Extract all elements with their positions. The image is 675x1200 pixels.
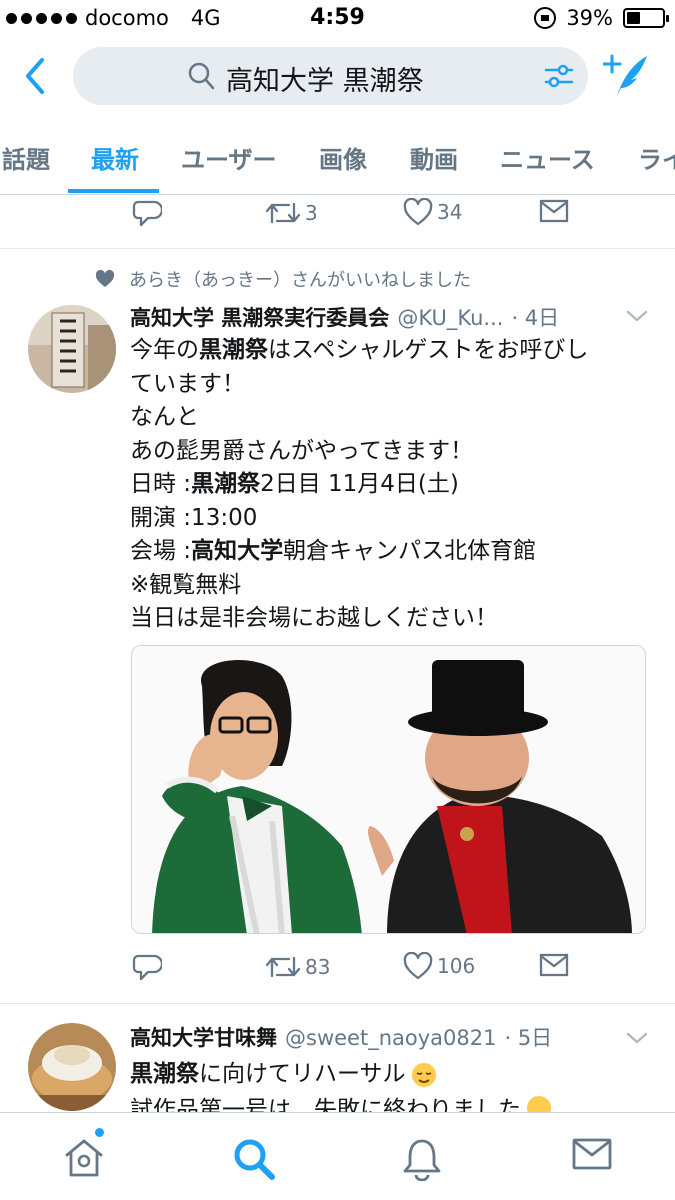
tweet-actions: 3 34: [130, 198, 570, 238]
tweet-text-segment: 当日は是非会場にお越しください！: [130, 605, 498, 631]
like-count: 34: [437, 200, 463, 224]
reply-button[interactable]: [132, 198, 162, 228]
new-content-indicator: [95, 1128, 104, 1137]
avatar[interactable]: [28, 1023, 116, 1111]
tab-users[interactable]: ユーザー: [181, 140, 277, 175]
tweet-text-segment: 日時 :: [130, 471, 192, 497]
divider: [0, 248, 675, 249]
search-icon: [188, 62, 215, 90]
search-input[interactable]: 高知大学 黒潮祭: [73, 47, 588, 105]
tweet-text-segment: に向けてリハーサル: [199, 1061, 406, 1087]
filter-sliders-icon[interactable]: [544, 63, 574, 89]
explore-search-icon[interactable]: [232, 1137, 276, 1181]
tweet-text-line: 試作品第一号は、失敗に終わりました: [130, 1097, 521, 1112]
envelope-icon: [539, 953, 569, 977]
display-name[interactable]: 高知大学甘味舞: [130, 1022, 277, 1052]
retweet-count: 83: [305, 955, 331, 979]
social-context: あらき（あっきー）さんがいいねしました: [95, 266, 471, 292]
tweet-text-segment: 会場 :: [130, 538, 192, 564]
bottom-tab-bar: [0, 1112, 675, 1200]
tweet-time: · 4日: [511, 306, 560, 330]
tweet-text: 今年の黒潮祭はスペシャルゲストをお呼びし ています！ なんと あの髭男爵さんがやってき…: [130, 334, 650, 636]
search-keyword-highlight: 黒潮祭: [191, 471, 261, 497]
tweet-text-segment: なんと: [130, 404, 199, 430]
emoji-icon: [527, 1096, 551, 1112]
tweet-text-segment: 開演 :13:00: [130, 504, 258, 531]
chevron-left-icon[interactable]: [20, 56, 50, 96]
search-header: 高知大学 黒潮祭: [0, 38, 675, 114]
tweet-text: 黒潮祭に向けてリハーサル: [130, 1058, 650, 1092]
reply-button[interactable]: [132, 952, 162, 982]
tweet-text-segment: あの髭男爵さんがやってきます！: [130, 437, 474, 464]
reply-icon: [132, 200, 162, 227]
tweet-text-segment: 2日目 11月4日(土): [260, 471, 459, 497]
tweet-header: 高知大学甘味舞 @sweet_naoya0821 · 5日: [130, 1022, 552, 1052]
tweet-text-line: 今年の黒潮祭はスペシャルゲストをお呼びし: [130, 334, 650, 368]
tab-images[interactable]: 画像: [319, 140, 367, 175]
status-bar: docomo 4G 4:59 39%: [0, 0, 675, 38]
retweet-button[interactable]: 3: [265, 198, 318, 228]
tweet-text-line: ています！: [130, 368, 650, 402]
heart-icon: [95, 270, 115, 287]
tweet-text-segment: ※観覧無料: [130, 571, 242, 598]
tweet-text-segment: 朝倉キャンパス北体育館: [283, 538, 537, 564]
like-button[interactable]: 34: [403, 198, 462, 226]
envelope-icon: [539, 199, 569, 223]
tweet-photo[interactable]: [131, 645, 646, 934]
tweet-text-line: なんと: [130, 401, 650, 435]
tweet-actions: 83 106: [130, 952, 570, 992]
like-count: 106: [437, 954, 476, 978]
heart-icon: [403, 952, 433, 980]
battery-icon: [623, 8, 669, 28]
dm-button[interactable]: [539, 952, 569, 978]
status-right: 39%: [534, 6, 669, 30]
search-keyword-highlight: 高知大学: [191, 538, 284, 564]
tweet-text-truncated: 試作品第一号は、失敗に終わりました: [130, 1094, 650, 1112]
tweet-text-line: ※観覧無料: [130, 569, 650, 603]
tweet-text-line: 開演 :13:00: [130, 502, 650, 536]
active-tab-indicator: [68, 189, 159, 193]
tab-videos[interactable]: 動画: [410, 140, 458, 175]
envelope-icon[interactable]: [572, 1137, 612, 1171]
tweet-text-segment: 今年の: [130, 337, 199, 363]
reply-icon: [132, 954, 162, 981]
tweet-header: 高知大学 黒潮祭実行委員会 @KU_Ku... · 4日: [130, 302, 559, 332]
user-handle[interactable]: @sweet_naoya0821: [285, 1026, 496, 1050]
display-name[interactable]: 高知大学 黒潮祭実行委員会: [130, 302, 389, 332]
tweet-text-line: 日時 :黒潮祭2日目 11月4日(土): [130, 468, 650, 502]
chevron-down-icon[interactable]: [625, 308, 649, 324]
home-icon[interactable]: [62, 1137, 106, 1179]
retweet-icon: [265, 202, 301, 224]
bell-icon[interactable]: [402, 1137, 442, 1181]
rotation-lock-icon: [534, 7, 557, 29]
retweet-icon: [265, 956, 301, 978]
tweet-text-segment: ています！: [130, 370, 245, 397]
search-keyword-highlight: 黒潮祭: [199, 337, 268, 363]
relieved-face-emoji-icon: [411, 1062, 436, 1087]
search-tabs: 話題 最新 ユーザー 画像 動画 ニュース ライ: [0, 114, 675, 195]
battery-percent: 39%: [566, 6, 613, 30]
search-query: 高知大学 黒潮祭: [226, 66, 424, 97]
tweet-text-line: 当日は是非会場にお越しください！: [130, 602, 650, 636]
retweet-count: 3: [305, 201, 318, 225]
heart-icon: [403, 198, 433, 226]
retweet-button[interactable]: 83: [265, 952, 330, 982]
tweet-text-line: あの髭男爵さんがやってきます！: [130, 435, 650, 469]
dm-button[interactable]: [539, 198, 569, 224]
divider: [0, 1003, 675, 1004]
tab-live[interactable]: ライ: [638, 140, 675, 175]
like-button[interactable]: 106: [403, 952, 475, 980]
liked-by-text: あらき（あっきー）さんがいいねしました: [129, 270, 471, 291]
tweet-time: · 5日: [504, 1026, 553, 1050]
chevron-down-icon[interactable]: [625, 1030, 649, 1046]
search-keyword-highlight: 黒潮祭: [130, 1061, 199, 1087]
tweet-text-line: 会場 :高知大学朝倉キャンパス北体育館: [130, 535, 650, 569]
user-handle[interactable]: @KU_Ku...: [397, 306, 503, 330]
tab-latest[interactable]: 最新: [91, 140, 139, 175]
compose-quill-icon[interactable]: [603, 52, 649, 98]
tweet-text-segment: はスペシャルゲストをお呼びし: [268, 337, 589, 363]
tab-news[interactable]: ニュース: [500, 140, 595, 175]
tab-top[interactable]: 話題: [2, 140, 50, 175]
avatar[interactable]: [28, 305, 116, 393]
